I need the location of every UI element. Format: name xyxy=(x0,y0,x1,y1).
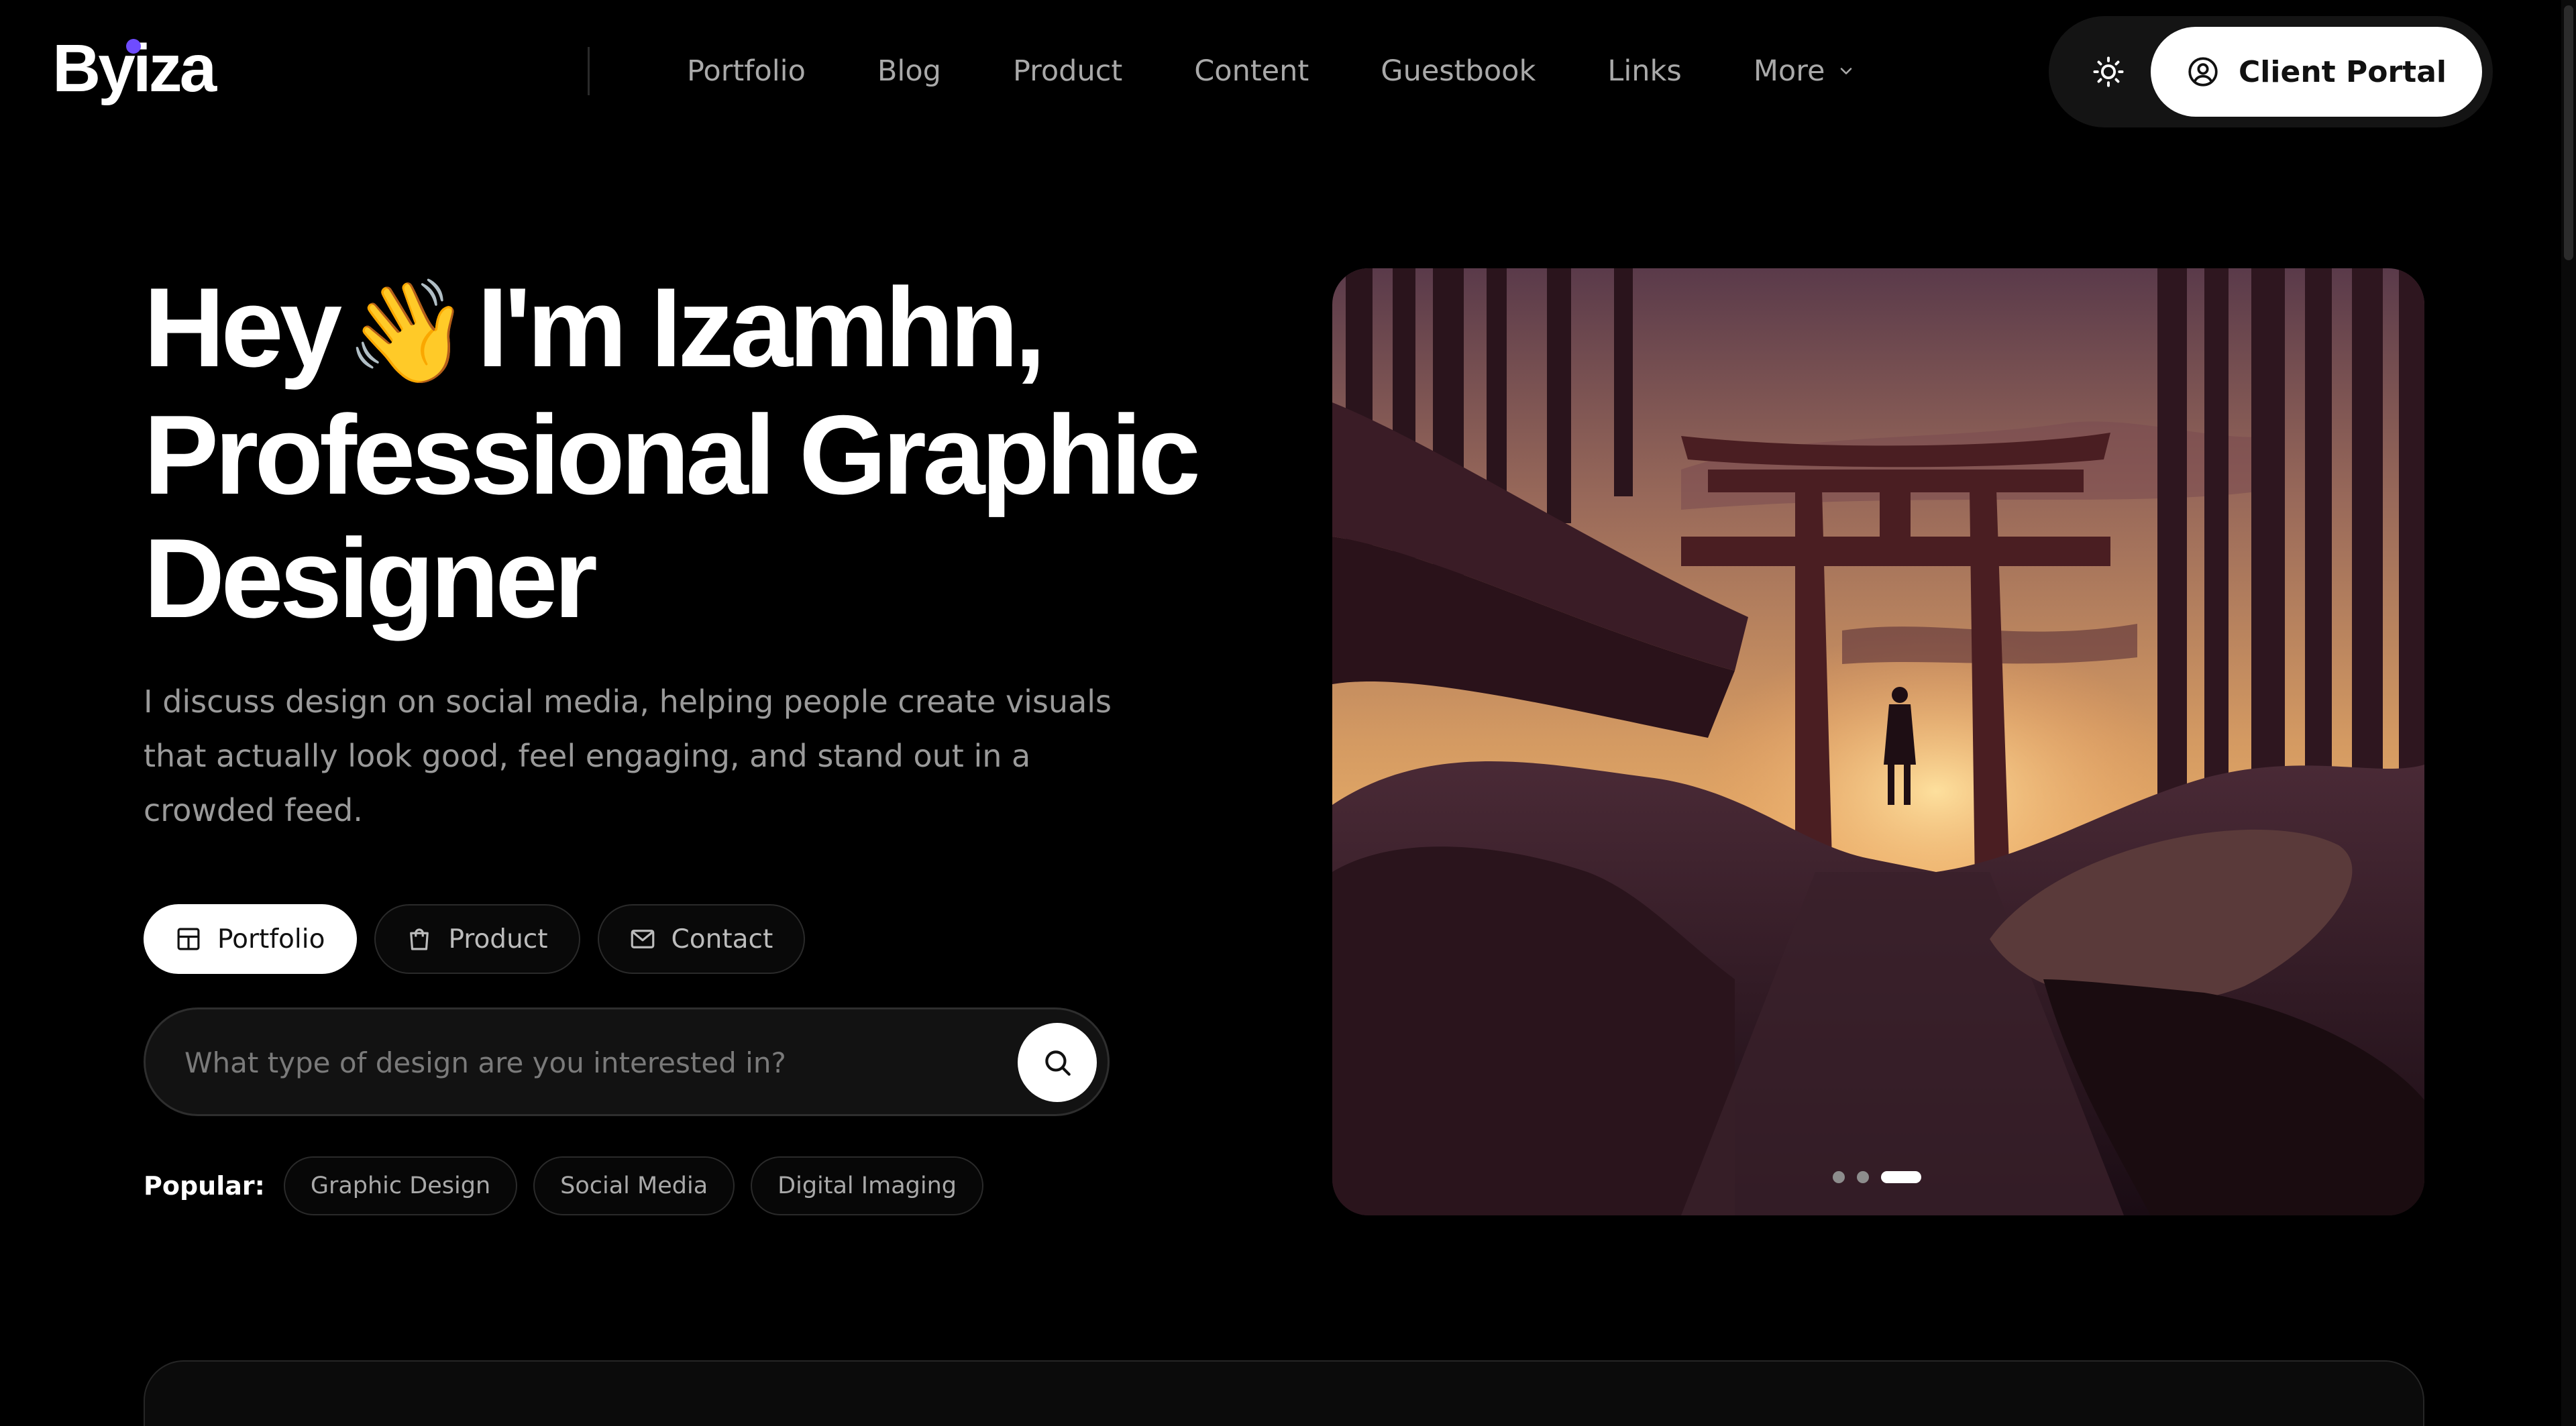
product-button[interactable]: Product xyxy=(374,904,580,974)
chevron-down-icon xyxy=(1841,68,1852,74)
hero-carousel-image[interactable] xyxy=(1332,268,2424,1215)
page-scrollbar[interactable] xyxy=(2561,0,2576,1426)
hero-title-name: I'm Izamhn, xyxy=(476,264,1046,390)
search-input[interactable] xyxy=(184,1032,976,1093)
site-logo[interactable]: Byiza xyxy=(52,35,217,102)
popular-label: Popular: xyxy=(144,1171,265,1201)
carousel-dot-2[interactable] xyxy=(1857,1171,1869,1183)
page: Byiza Portfolio Blog Product Content Gue… xyxy=(0,0,2576,1426)
hero-cta-row: Portfolio Product Contact xyxy=(144,904,806,974)
torii-gate-scene-image xyxy=(1332,268,2424,1215)
search-button[interactable] xyxy=(1018,1023,1097,1102)
layout-grid-icon xyxy=(177,928,200,950)
hero-title-line3: Designer xyxy=(144,515,598,641)
client-portal-button[interactable]: Client Portal xyxy=(2151,27,2482,117)
nav-item-portfolio[interactable]: Portfolio xyxy=(687,54,806,88)
nav-item-blog[interactable]: Blog xyxy=(877,54,941,88)
client-portal-label: Client Portal xyxy=(2239,54,2447,89)
contact-button[interactable]: Contact xyxy=(597,904,806,974)
scrollbar-thumb[interactable] xyxy=(2564,5,2573,260)
hero-subtitle: I discuss design on social media, helpin… xyxy=(144,683,1112,828)
header-divider xyxy=(588,47,590,95)
sun-icon xyxy=(2093,56,2124,87)
tag-social-media[interactable]: Social Media xyxy=(533,1156,735,1215)
carousel-dot-1[interactable] xyxy=(1833,1171,1845,1183)
nav-item-guestbook[interactable]: Guestbook xyxy=(1381,54,1536,88)
carousel-indicators xyxy=(1833,1171,1921,1183)
user-circle-icon xyxy=(2188,57,2218,87)
hero-title-greeting: Hey xyxy=(144,264,342,390)
theme-toggle-button[interactable] xyxy=(2084,47,2133,97)
hero-title-line2: Professional Graphic xyxy=(144,392,1201,518)
tag-graphic-design[interactable]: Graphic Design xyxy=(283,1156,518,1215)
popular-tags: Popular: Graphic Design Social Media Dig… xyxy=(144,1156,983,1215)
nav-item-product[interactable]: Product xyxy=(1013,54,1122,88)
nav-item-content[interactable]: Content xyxy=(1194,54,1309,88)
nav-item-links[interactable]: Links xyxy=(1607,54,1681,88)
header-actions: Client Portal xyxy=(2049,16,2493,127)
mail-icon xyxy=(631,930,654,948)
portfolio-button[interactable]: Portfolio xyxy=(144,904,358,974)
logo-accent-dot xyxy=(126,39,141,54)
tag-digital-imaging[interactable]: Digital Imaging xyxy=(751,1156,983,1215)
waving-hand-icon: 👋 xyxy=(345,275,470,388)
search-icon xyxy=(1045,1050,1071,1076)
hero-title: Hey👋I'm Izamhn, Professional Graphic Des… xyxy=(144,266,1351,640)
next-section-card xyxy=(144,1360,2424,1426)
carousel-dot-3-active[interactable] xyxy=(1881,1171,1921,1183)
main-nav: Portfolio Blog Product Content Guestbook… xyxy=(687,40,1856,102)
shopping-bag-icon xyxy=(410,928,429,950)
design-search xyxy=(144,1007,1110,1116)
nav-item-more[interactable]: More xyxy=(1754,54,1856,88)
